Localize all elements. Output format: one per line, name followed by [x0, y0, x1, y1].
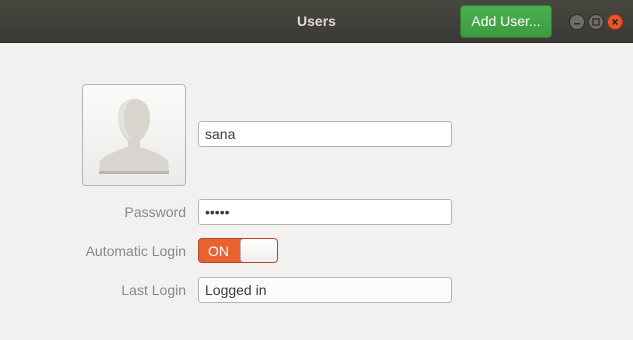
last-login-field[interactable]: Logged in [198, 277, 452, 303]
switch-knob[interactable] [240, 239, 277, 262]
users-window: Users Add User... sana Password ••••• Au… [0, 0, 633, 340]
person-silhouette-icon [99, 99, 169, 174]
close-icon[interactable] [607, 14, 623, 30]
password-label: Password [124, 204, 186, 220]
header-bar: Users Add User... [0, 0, 633, 43]
last-login-label: Last Login [121, 282, 186, 298]
password-field[interactable]: ••••• [198, 199, 452, 225]
user-avatar-button[interactable] [82, 84, 186, 186]
automatic-login-switch[interactable]: ON [198, 238, 278, 263]
minimize-icon[interactable] [569, 14, 585, 30]
add-user-button[interactable]: Add User... [460, 5, 552, 38]
automatic-login-label: Automatic Login [85, 243, 186, 259]
switch-state-text: ON [208, 243, 229, 259]
username-field[interactable]: sana [198, 121, 452, 147]
maximize-icon[interactable] [588, 14, 604, 30]
